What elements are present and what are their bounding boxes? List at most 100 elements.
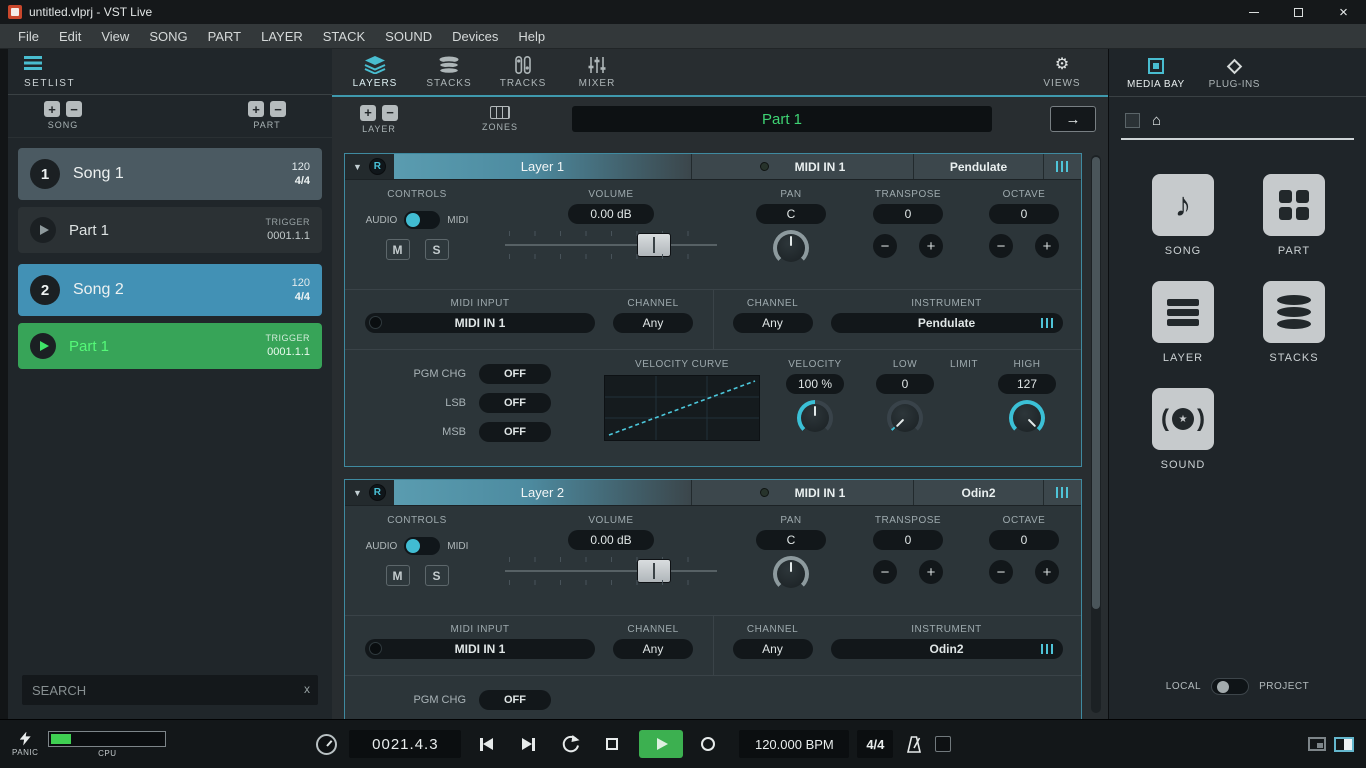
- part-row-2-active[interactable]: Part 1 TRIGGER 0001.1.1: [18, 323, 322, 369]
- mute-button[interactable]: M: [385, 239, 410, 260]
- tab-media-bay[interactable]: MEDIA BAY: [1127, 58, 1185, 90]
- menu-sound[interactable]: SOUND: [375, 24, 442, 48]
- tab-tracks[interactable]: TRACKS: [486, 55, 560, 89]
- add-layer-button[interactable]: +: [360, 104, 376, 121]
- menu-view[interactable]: View: [91, 24, 139, 48]
- stacks-tile[interactable]: [1263, 281, 1325, 343]
- menu-song[interactable]: SONG: [139, 24, 197, 48]
- midi-input-select[interactable]: MIDI IN 1: [365, 639, 595, 659]
- time-position-display[interactable]: 0021.4.3: [349, 730, 462, 758]
- minimize-button[interactable]: [1231, 0, 1276, 24]
- menu-layer[interactable]: LAYER: [251, 24, 313, 48]
- tempo-display[interactable]: 120.000 BPM: [739, 730, 850, 758]
- octave-minus-button[interactable]: −: [989, 234, 1013, 258]
- pgm-chg-button[interactable]: OFF: [479, 364, 551, 384]
- stop-button[interactable]: [595, 730, 629, 758]
- slider-handle[interactable]: [637, 233, 671, 257]
- menu-file[interactable]: File: [8, 24, 49, 48]
- record-button[interactable]: [691, 730, 725, 758]
- high-value[interactable]: 127: [998, 374, 1056, 394]
- menu-part[interactable]: PART: [198, 24, 251, 48]
- mute-button[interactable]: M: [385, 565, 410, 586]
- instrument-channel-select[interactable]: Any: [732, 313, 813, 333]
- collapse-layer-icon[interactable]: ▼: [353, 488, 362, 498]
- layer-name[interactable]: Layer 1: [393, 154, 691, 179]
- low-value[interactable]: 0: [876, 374, 934, 394]
- midi-channel-select[interactable]: Any: [613, 639, 693, 659]
- lsb-button[interactable]: OFF: [479, 393, 551, 413]
- add-part-button[interactable]: +: [248, 101, 264, 117]
- tab-stacks[interactable]: STACKS: [412, 56, 486, 89]
- transpose-plus-button[interactable]: +: [919, 234, 943, 258]
- layer-instrument[interactable]: Pendulate: [913, 154, 1043, 179]
- remove-layer-button[interactable]: −: [382, 104, 398, 121]
- media-item-stacks[interactable]: STACKS: [1263, 281, 1325, 364]
- volume-slider[interactable]: [505, 228, 717, 262]
- part-play-badge[interactable]: [30, 333, 56, 359]
- add-song-button[interactable]: +: [44, 101, 60, 117]
- layout-normal-icon[interactable]: [1308, 737, 1326, 751]
- low-knob[interactable]: [887, 400, 923, 436]
- part-tile[interactable]: [1263, 174, 1325, 236]
- collapse-layer-icon[interactable]: ▼: [353, 162, 362, 172]
- layer-tile[interactable]: [1152, 281, 1214, 343]
- pgm-chg-button[interactable]: OFF: [479, 690, 551, 710]
- octave-value[interactable]: 0: [989, 530, 1059, 550]
- layout-split-icon[interactable]: [1334, 736, 1354, 752]
- velocity-knob[interactable]: [797, 400, 833, 436]
- audio-midi-toggle[interactable]: [404, 537, 441, 555]
- sound-tile[interactable]: ( ★ ): [1152, 388, 1214, 450]
- pan-value[interactable]: C: [756, 204, 826, 224]
- maximize-button[interactable]: [1276, 0, 1321, 24]
- song-row-2[interactable]: 2 Song 2 120 4/4: [18, 264, 322, 316]
- part-row-1[interactable]: Part 1 TRIGGER 0001.1.1: [18, 207, 322, 253]
- clock-icon[interactable]: [316, 733, 338, 755]
- media-item-layer[interactable]: LAYER: [1152, 281, 1214, 364]
- pan-knob[interactable]: [773, 556, 809, 592]
- precount-checkbox[interactable]: [935, 736, 952, 752]
- next-part-button[interactable]: →: [1050, 106, 1096, 132]
- vertical-scrollbar[interactable]: [1091, 155, 1101, 713]
- midi-channel-select[interactable]: Any: [613, 313, 693, 333]
- layer-instrument[interactable]: Odin2: [913, 480, 1043, 505]
- instrument-select[interactable]: Pendulate: [830, 313, 1063, 333]
- high-knob[interactable]: [1009, 400, 1045, 436]
- tab-mixer[interactable]: MIXER: [560, 56, 634, 89]
- solo-button[interactable]: S: [424, 239, 449, 260]
- media-item-part[interactable]: PART: [1263, 174, 1325, 257]
- menu-help[interactable]: Help: [508, 24, 555, 48]
- velocity-value[interactable]: 100 %: [786, 374, 844, 394]
- instrument-select[interactable]: Odin2: [830, 639, 1063, 659]
- close-button[interactable]: ×: [1321, 0, 1366, 24]
- transpose-plus-button[interactable]: +: [919, 560, 943, 584]
- open-instrument-button[interactable]: [1043, 154, 1081, 179]
- retrigger-button[interactable]: [553, 730, 587, 758]
- transpose-minus-button[interactable]: −: [873, 234, 897, 258]
- volume-slider[interactable]: [505, 554, 717, 588]
- tab-layers[interactable]: LAYERS: [338, 55, 412, 89]
- volume-value[interactable]: 0.00 dB: [568, 204, 654, 224]
- tab-plug-ins[interactable]: PLUG-INS: [1209, 58, 1260, 90]
- octave-plus-button[interactable]: +: [1035, 234, 1059, 258]
- transpose-minus-button[interactable]: −: [873, 560, 897, 584]
- open-instrument-button[interactable]: [1043, 480, 1081, 505]
- song-row-1[interactable]: 1 Song 1 120 4/4: [18, 148, 322, 200]
- octave-plus-button[interactable]: +: [1035, 560, 1059, 584]
- go-to-end-button[interactable]: [511, 730, 545, 758]
- search-clear-button[interactable]: x: [304, 682, 310, 696]
- midi-input-select[interactable]: MIDI IN 1: [365, 313, 595, 333]
- menu-stack[interactable]: STACK: [313, 24, 375, 48]
- song-tile[interactable]: ♪: [1152, 174, 1214, 236]
- go-to-start-button[interactable]: [469, 730, 503, 758]
- media-item-sound[interactable]: ( ★ ) SOUND: [1152, 388, 1214, 471]
- views-button[interactable]: ⚙ VIEWS: [1032, 56, 1092, 89]
- metronome-button[interactable]: [905, 735, 923, 754]
- home-icon[interactable]: ⌂: [1152, 113, 1161, 128]
- time-signature-display[interactable]: 4/4: [857, 730, 894, 758]
- audio-midi-toggle[interactable]: [404, 211, 441, 229]
- zones-button[interactable]: ZONES: [482, 106, 518, 132]
- record-arm-badge[interactable]: R: [368, 158, 386, 175]
- octave-value[interactable]: 0: [989, 204, 1059, 224]
- remove-part-button[interactable]: −: [270, 101, 286, 117]
- layer-midi-in[interactable]: MIDI IN 1: [691, 480, 913, 505]
